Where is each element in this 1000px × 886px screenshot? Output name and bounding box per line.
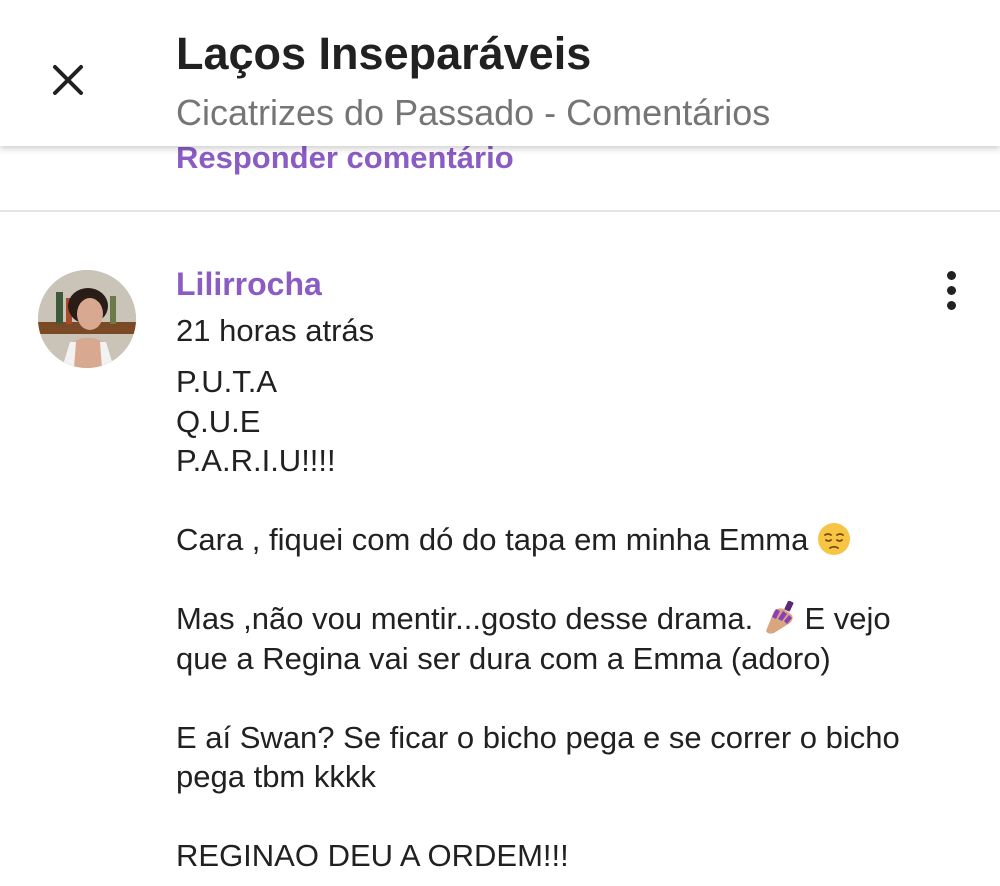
comment-line: que a Regina vai ser dura com a Emma (ad… (176, 640, 831, 676)
page-subtitle: Cicatrizes do Passado - Comentários (176, 92, 771, 133)
divider (0, 210, 1000, 212)
comment-text: Mas ,não vou mentir...gosto desse drama. (176, 601, 754, 636)
comment-line: pega tbm kkkk (176, 759, 376, 794)
comment-line: Mas ,não vou mentir...gosto desse drama.… (176, 599, 976, 639)
comment-line: Cara , fiquei com dó do tapa em minha Em… (176, 520, 976, 560)
comment-line: Q.U.E (176, 403, 261, 439)
comment-line: P.A.R.I.U!!!! (176, 443, 336, 478)
comment-body: P.U.T.A Q.U.E P.A.R.I.U!!!! Cara , fique… (176, 362, 976, 876)
comment-line: E aí Swan? Se ficar o bicho pega e se co… (176, 719, 900, 755)
more-vertical-icon[interactable] (926, 264, 976, 316)
comment-line: P.U.T.A (176, 364, 278, 399)
nail-polish-emoji (765, 601, 794, 634)
close-icon (53, 65, 83, 95)
pensive-face-emoji (817, 523, 850, 555)
comment-text: E vejo (804, 601, 891, 636)
comment-timestamp: 21 horas atrás (176, 313, 375, 348)
menu-dot (946, 285, 956, 295)
comment-text: Cara , fiquei com dó do tapa em minha Em… (176, 522, 809, 557)
avatar[interactable] (38, 270, 136, 368)
comment-author[interactable]: Lilirrocha (176, 266, 322, 303)
comment-line: REGINAO DEU A ORDEM!!! (176, 838, 569, 873)
app-header: Laços Inseparáveis Cicatrizes do Passado… (0, 0, 1000, 146)
page-title: Laços Inseparáveis (176, 28, 592, 79)
menu-dot (946, 270, 956, 280)
menu-dot (946, 300, 956, 310)
close-button[interactable] (40, 52, 96, 108)
